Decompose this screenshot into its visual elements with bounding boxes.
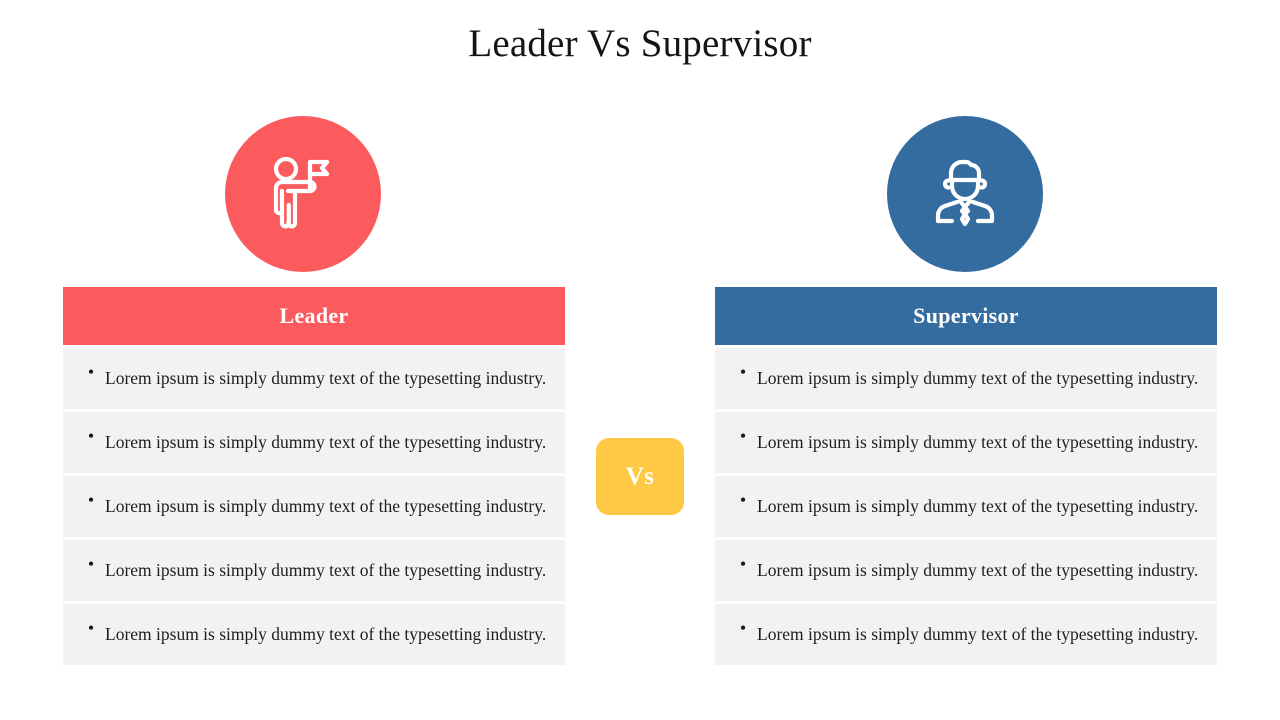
list-item-text: Lorem ipsum is simply dummy text of the … — [105, 560, 547, 581]
list-item-text: Lorem ipsum is simply dummy text of the … — [105, 368, 547, 389]
leader-feature-list: • Lorem ipsum is simply dummy text of the… — [63, 348, 565, 665]
bullet-icon: • — [87, 361, 95, 382]
list-item-text: Lorem ipsum is simply dummy text of the … — [757, 624, 1199, 645]
slide-canvas: Leader Vs Supervisor Leader • Lorem ipsu… — [0, 0, 1280, 720]
list-item: • Lorem ipsum is simply dummy text of the… — [715, 412, 1217, 473]
bullet-icon: • — [87, 489, 95, 510]
leader-column-header: Leader — [63, 287, 565, 345]
list-item: • Lorem ipsum is simply dummy text of the… — [715, 604, 1217, 665]
list-item-text: Lorem ipsum is simply dummy text of the … — [757, 496, 1199, 517]
supervisor-column: Supervisor • Lorem ipsum is simply dummy … — [715, 287, 1217, 668]
list-item: • Lorem ipsum is simply dummy text of the… — [63, 348, 565, 409]
bullet-icon: • — [739, 553, 747, 574]
bullet-icon: • — [87, 425, 95, 446]
bullet-icon: • — [739, 425, 747, 446]
supervisor-icon-circle — [887, 116, 1043, 272]
list-item-text: Lorem ipsum is simply dummy text of the … — [105, 432, 547, 453]
list-item-text: Lorem ipsum is simply dummy text of the … — [757, 368, 1199, 389]
list-item-text: Lorem ipsum is simply dummy text of the … — [757, 560, 1199, 581]
list-item: • Lorem ipsum is simply dummy text of the… — [63, 604, 565, 665]
list-item: • Lorem ipsum is simply dummy text of the… — [715, 476, 1217, 537]
leader-flag-person-icon — [261, 152, 345, 236]
list-item-text: Lorem ipsum is simply dummy text of the … — [105, 496, 547, 517]
list-item: • Lorem ipsum is simply dummy text of the… — [63, 412, 565, 473]
list-item: • Lorem ipsum is simply dummy text of the… — [63, 540, 565, 601]
supervisor-feature-list: • Lorem ipsum is simply dummy text of the… — [715, 348, 1217, 665]
list-item-text: Lorem ipsum is simply dummy text of the … — [757, 432, 1199, 453]
leader-icon-circle — [225, 116, 381, 272]
bullet-icon: • — [739, 489, 747, 510]
supervisor-column-header: Supervisor — [715, 287, 1217, 345]
bullet-icon: • — [87, 617, 95, 638]
bullet-icon: • — [739, 617, 747, 638]
bullet-icon: • — [739, 361, 747, 382]
page-title: Leader Vs Supervisor — [468, 22, 812, 65]
list-item: • Lorem ipsum is simply dummy text of the… — [63, 476, 565, 537]
vs-badge: Vs — [596, 438, 684, 515]
leader-column: Leader • Lorem ipsum is simply dummy text… — [63, 287, 565, 668]
list-item-text: Lorem ipsum is simply dummy text of the … — [105, 624, 547, 645]
list-item: • Lorem ipsum is simply dummy text of the… — [715, 540, 1217, 601]
list-item: • Lorem ipsum is simply dummy text of the… — [715, 348, 1217, 409]
supervisor-businessperson-icon — [925, 154, 1005, 234]
bullet-icon: • — [87, 553, 95, 574]
